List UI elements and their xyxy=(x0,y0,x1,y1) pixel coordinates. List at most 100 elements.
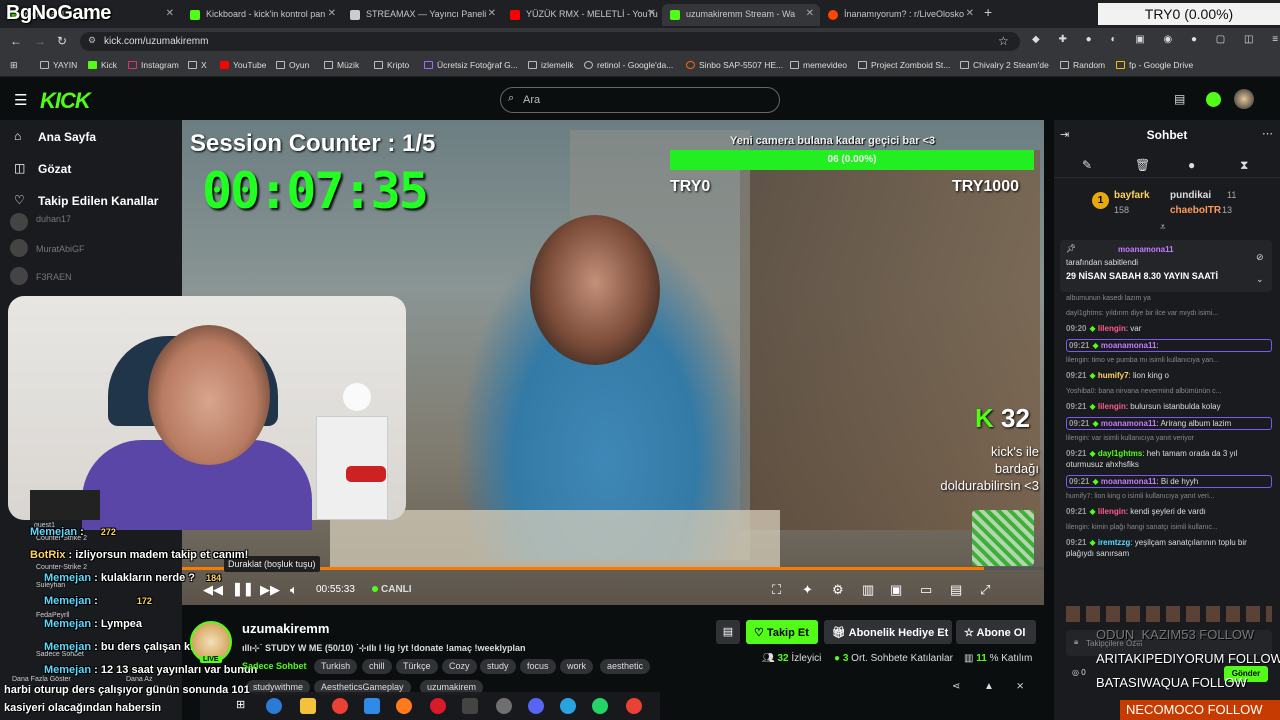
user-avatar[interactable] xyxy=(1234,89,1254,109)
close-tab-icon[interactable]: ✕ xyxy=(166,8,174,19)
browser-tab-active[interactable]: uzumakiremm Stream - Wa ✕ xyxy=(662,4,820,26)
chat-message[interactable]: 09:21 ◆ lilengin: kendi şeyleri de vardı xyxy=(1066,506,1272,517)
chat-username[interactable]: dayl1ghtms xyxy=(1098,449,1142,458)
extension-icons[interactable]: ◆ ✚ ● ◐ ▣ ◉ ● ▢ ◫ ≡ ◍ ⋮ xyxy=(1032,34,1280,45)
chat-message[interactable]: 09:21 ◆ dayl1ghtms: heh tamam orada da 3 … xyxy=(1066,448,1272,470)
chrome-icon[interactable] xyxy=(332,698,348,714)
kick-logo[interactable]: KICK xyxy=(40,88,91,114)
chat-reply-context[interactable]: dayl1ghtms: yıldırım diye bir ilce var m… xyxy=(1066,308,1272,319)
chat-message[interactable]: 09:21 ◆ lilengin: bulursun istanbulda kol… xyxy=(1066,401,1272,412)
chat-more-icon[interactable]: ⋯ xyxy=(1262,127,1273,140)
chat-message[interactable]: 09:21 ◆ moanamona11: Bi de hyyh xyxy=(1066,475,1272,488)
settings-icon[interactable]: ⚙ xyxy=(832,582,844,598)
nav-browse[interactable]: Gözat xyxy=(38,162,71,176)
tag-chip[interactable]: aesthetic xyxy=(600,659,651,674)
close-tab-icon[interactable]: ✕ xyxy=(806,8,814,19)
bookmark-item[interactable]: YouTube xyxy=(220,60,266,70)
telegram-icon[interactable] xyxy=(560,698,576,714)
tag-chip[interactable]: Türkçe xyxy=(396,659,438,674)
nav-following[interactable]: Takip Edilen Kanallar xyxy=(38,194,158,208)
close-tab-icon[interactable]: ✕ xyxy=(966,8,974,19)
bookmark-item[interactable]: Kick xyxy=(88,60,117,70)
browser-tab[interactable]: STREAMAX — Yayıncı Paneli ✕ xyxy=(342,4,502,26)
bookmark-item[interactable]: X xyxy=(188,60,207,70)
firefox-icon[interactable] xyxy=(396,698,412,714)
mail-icon[interactable] xyxy=(364,698,380,714)
wallet-icon[interactable]: ▤ xyxy=(1174,92,1185,106)
nav-home[interactable]: Ana Sayfa xyxy=(38,130,96,144)
bookmark-item[interactable]: Chivalry 2 Steam'de xyxy=(960,60,1049,70)
volume-icon[interactable]: 🔈︎ xyxy=(290,582,298,598)
chat-username[interactable]: lilengin xyxy=(1098,402,1126,411)
bookmark-item[interactable]: Instagram xyxy=(128,60,179,70)
forward-icon[interactable]: → xyxy=(34,34,46,48)
gift-sub-button[interactable]: 🎁︎ Abonelik Hediye Et xyxy=(824,620,952,644)
cast-icon[interactable]: ▭ xyxy=(920,582,932,598)
bookmark-item[interactable]: Project Zomboid St... xyxy=(858,60,950,70)
chat-username[interactable]: lilengin xyxy=(1098,507,1126,516)
fullscreen-icon[interactable]: ⤢ xyxy=(980,582,990,598)
tag-chip[interactable]: study xyxy=(480,659,516,674)
pause-button[interactable]: ❚❚ xyxy=(232,581,254,597)
bookmark-item[interactable]: YAYIN xyxy=(40,60,77,70)
bookmark-item[interactable]: Random xyxy=(1060,60,1105,70)
follow-button[interactable]: ♡ Takip Et xyxy=(746,620,818,644)
chat-username[interactable]: humify7 xyxy=(1098,371,1129,380)
sidebar-channel[interactable]: duhan17 xyxy=(36,214,71,224)
task-view-icon[interactable]: ⊞ xyxy=(236,698,252,714)
bookmark-item[interactable]: fp - Google Drive xyxy=(1116,60,1193,70)
sidebar-channel[interactable]: F3RAEN xyxy=(36,272,72,282)
bookmark-item[interactable]: Oyun xyxy=(276,60,309,70)
bookmark-item[interactable]: Kripto xyxy=(374,60,409,70)
chat-message[interactable]: 09:21 ◆ moanamona11: xyxy=(1066,339,1272,352)
copilot-icon[interactable] xyxy=(266,698,282,714)
app-icon[interactable] xyxy=(462,698,478,714)
chat-username[interactable]: moanamona11 xyxy=(1101,341,1157,350)
close-tab-icon[interactable]: ✕ xyxy=(488,8,496,19)
apps-grid-icon[interactable]: ⊞ xyxy=(10,60,18,71)
url-field[interactable]: kick.com/uzumakiremm xyxy=(80,32,1020,51)
site-info-icon[interactable]: ⚙ xyxy=(88,35,96,46)
reload-icon[interactable]: ↻ xyxy=(57,34,67,48)
chat-message[interactable]: 09:21 ◆ moanamona11: Arirang album lazim xyxy=(1066,417,1272,430)
chat-message[interactable]: 09:21 ◆ iremtzzg: yeşilçam sanatçılarının… xyxy=(1066,537,1272,559)
tag-chip[interactable]: work xyxy=(560,659,594,674)
chat-username[interactable]: moanamona11 xyxy=(1101,419,1157,428)
chat-reply-context[interactable]: humify7: lion king o isimli kullanıcıya … xyxy=(1066,491,1272,502)
obs-icon[interactable] xyxy=(496,698,512,714)
close-tab-icon[interactable]: ✕ xyxy=(648,8,656,19)
browser-tab[interactable]: İnanamıyorum? : r/LiveOlosko ✕ xyxy=(820,4,980,26)
bookmark-item[interactable]: memevideo xyxy=(790,60,847,70)
chat-reply-context[interactable]: lilengin: var isimli kullanıcıya yanıt v… xyxy=(1066,433,1272,444)
expand-icon[interactable]: ⩡ xyxy=(1160,222,1166,233)
chat-reply-context[interactable]: lilengin: kimin plağı hangi sanatçı isim… xyxy=(1066,522,1272,533)
back-icon[interactable]: ← xyxy=(10,34,22,48)
pin-icon[interactable]: ✎ xyxy=(1082,158,1092,172)
stream-category[interactable]: Sadece Sohbet xyxy=(242,661,307,671)
chat-reply-context[interactable]: albumunun kasedi lazım ya xyxy=(1066,293,1272,304)
new-tab-icon[interactable]: + xyxy=(984,4,992,20)
browser-tab[interactable]: YÜZÜK RMX - MELETLİ - YouTu ✕ xyxy=(502,4,662,26)
whatsapp-icon[interactable] xyxy=(592,698,608,714)
pip-icon[interactable]: ▣ xyxy=(890,582,902,598)
chat-reply-context[interactable]: lilengin: timo ve pumba mı isimli kullan… xyxy=(1066,355,1272,366)
tag-chip[interactable]: chill xyxy=(362,659,392,674)
unpin-icon[interactable]: ⊘ xyxy=(1256,252,1264,263)
bookmark-item[interactable]: retinol - Google'da... xyxy=(584,60,673,70)
subscribe-button[interactable]: ☆ Abone Ol xyxy=(956,620,1036,644)
opera-icon[interactable] xyxy=(430,698,446,714)
share-icon[interactable]: ⋖ xyxy=(952,681,960,692)
bookmark-item[interactable]: izlemelik xyxy=(528,60,574,70)
emote-row[interactable] xyxy=(1066,606,1272,622)
bookmark-star-icon[interactable]: ☆ xyxy=(998,34,1009,48)
tag-chip[interactable]: Cozy xyxy=(442,659,477,674)
streamer-name[interactable]: uzumakiremm xyxy=(242,621,329,636)
report-icon[interactable]: ▲ xyxy=(984,681,994,692)
menu-icon[interactable]: ☰ xyxy=(14,91,27,109)
chat-username[interactable]: moanamona11 xyxy=(1101,477,1157,486)
tag-chip[interactable]: Turkish xyxy=(314,659,358,674)
kick-coins-icon[interactable] xyxy=(1206,92,1221,107)
clip-icon[interactable]: ⛶ xyxy=(772,582,781,598)
chat-bubble-icon[interactable]: ● xyxy=(1188,158,1195,172)
theater-mode-icon[interactable]: ▥ xyxy=(862,582,874,598)
